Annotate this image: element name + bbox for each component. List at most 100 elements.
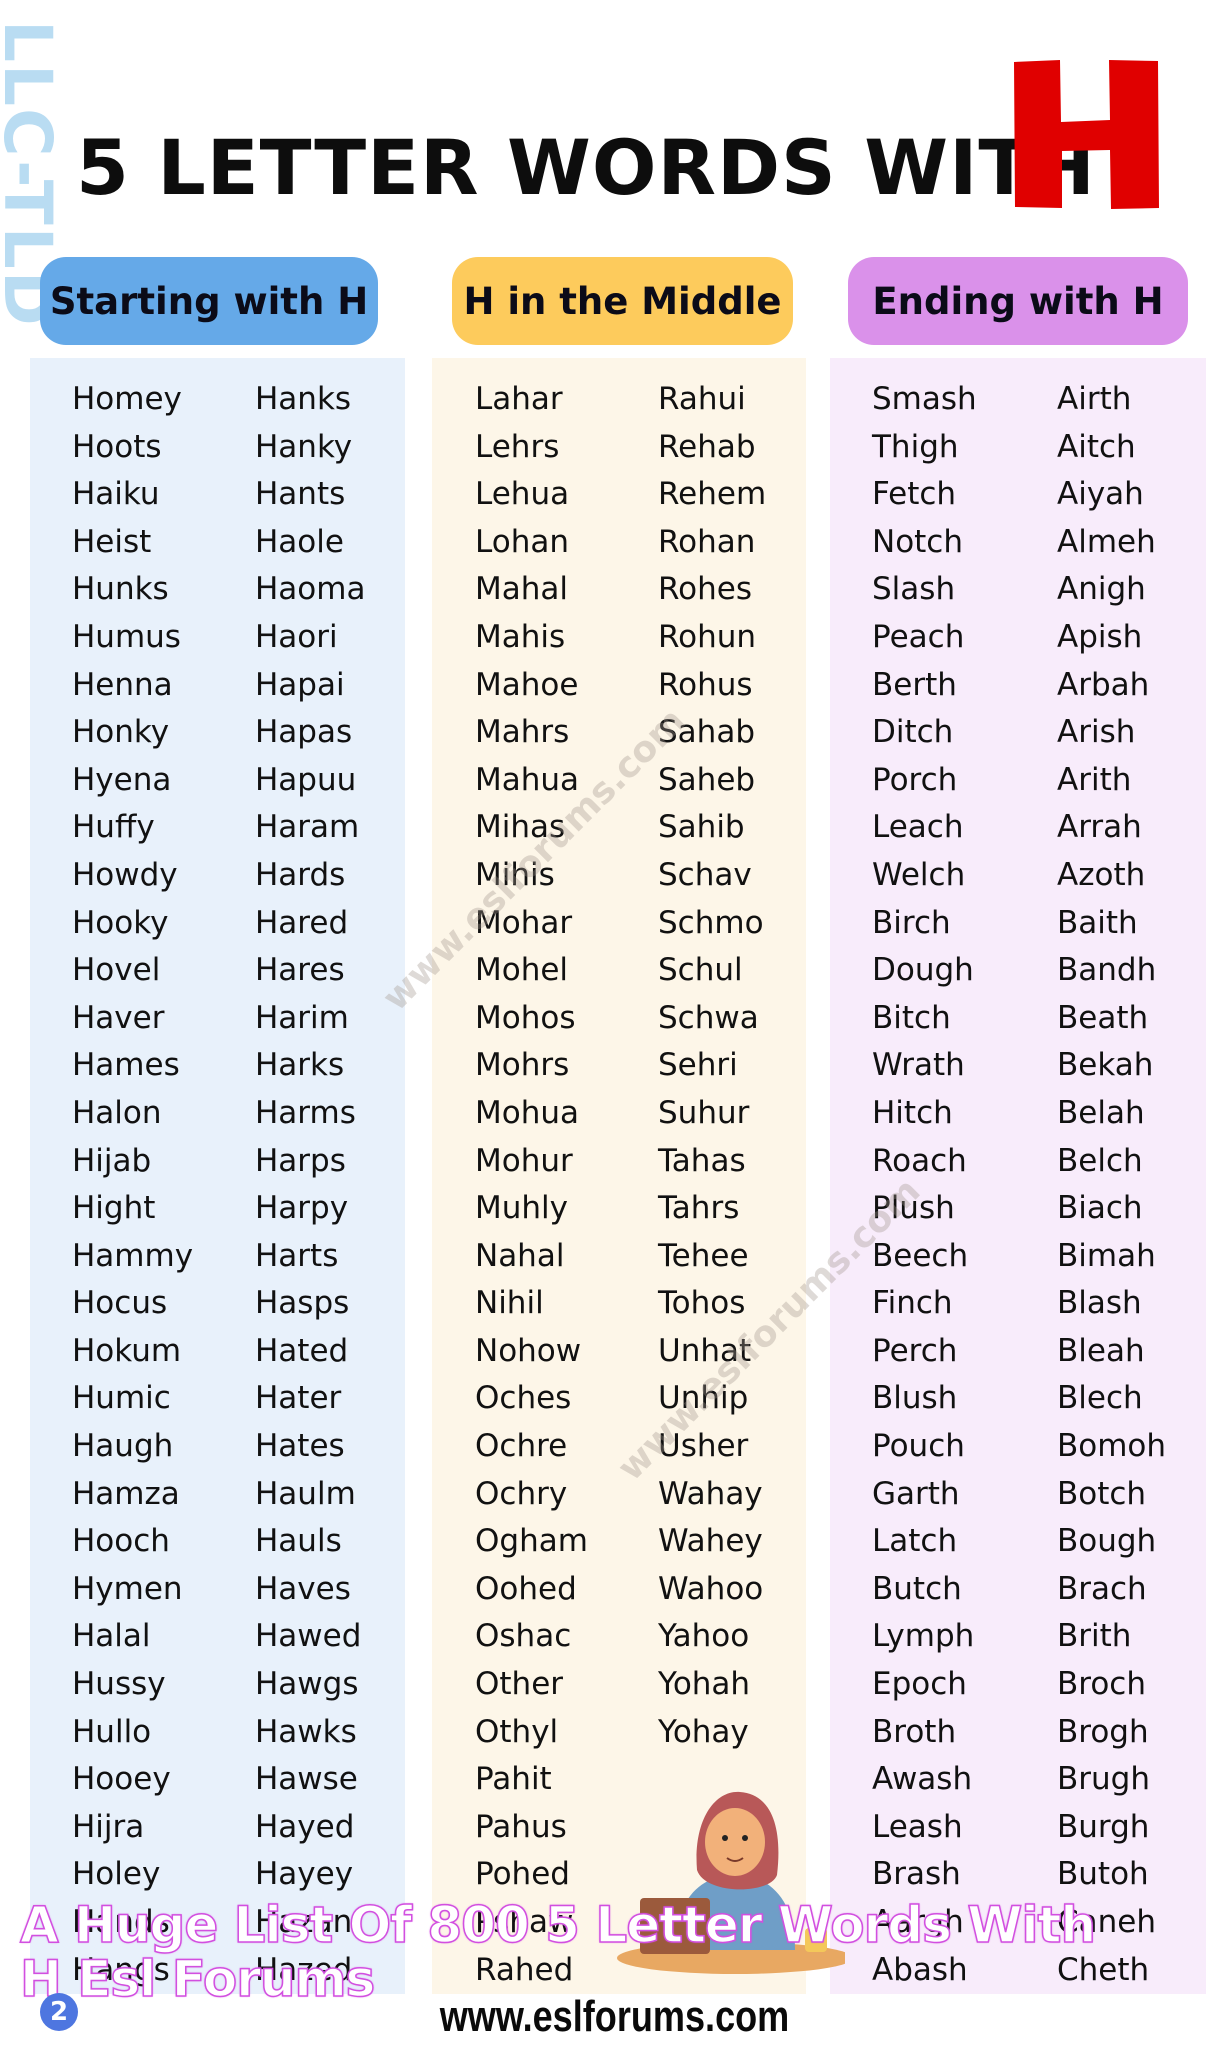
word-item: Yohay bbox=[658, 1713, 749, 1750]
word-item: Nohow bbox=[475, 1332, 582, 1369]
word-item: Baith bbox=[1057, 904, 1138, 941]
word-item: Bimah bbox=[1057, 1237, 1156, 1274]
word-item: Leash bbox=[872, 1808, 963, 1845]
word-item: Haole bbox=[255, 523, 344, 560]
word-item: Arrah bbox=[1057, 809, 1142, 846]
word-item: Apish bbox=[1057, 618, 1143, 655]
word-item: Hooch bbox=[72, 1523, 170, 1560]
word-item: Bomoh bbox=[1057, 1428, 1167, 1465]
word-item: Harks bbox=[255, 1047, 345, 1084]
count-badge[interactable]: 2 bbox=[40, 1993, 78, 2031]
word-item: Humus bbox=[72, 618, 181, 655]
word-item: Hawgs bbox=[255, 1666, 359, 1703]
overlay-caption: A Huge List Of 800 5 Letter Words With H… bbox=[19, 1896, 1097, 2008]
word-item: Muhly bbox=[475, 1190, 568, 1227]
word-item: Hants bbox=[255, 476, 346, 513]
word-item: Mohrs bbox=[475, 1047, 570, 1084]
word-item: Halal bbox=[72, 1618, 151, 1655]
word-item: Smash bbox=[872, 381, 977, 417]
word-item: Hijra bbox=[72, 1808, 145, 1845]
word-item: Mahal bbox=[475, 571, 568, 608]
word-item: Hooey bbox=[72, 1761, 171, 1798]
word-item: Hawse bbox=[255, 1761, 358, 1798]
word-item: Arbah bbox=[1057, 666, 1150, 703]
word-item: Haugh bbox=[72, 1428, 174, 1465]
word-item: Hight bbox=[72, 1190, 156, 1227]
word-item: Harim bbox=[255, 999, 349, 1036]
word-item: Wahay bbox=[658, 1475, 763, 1512]
word-item: Burgh bbox=[1057, 1808, 1150, 1845]
word-item: Haver bbox=[72, 999, 165, 1036]
word-item: Hates bbox=[255, 1428, 345, 1465]
word-item: Birch bbox=[872, 904, 951, 941]
word-item: Mahis bbox=[475, 618, 566, 655]
word-item: Lohan bbox=[475, 523, 569, 560]
word-item: Hated bbox=[255, 1332, 349, 1369]
word-item: Hawks bbox=[255, 1713, 357, 1750]
word-item: Lymph bbox=[872, 1618, 975, 1655]
word-item: Bleah bbox=[1057, 1332, 1145, 1369]
face-shape bbox=[705, 1808, 765, 1876]
word-item: Mohur bbox=[475, 1142, 573, 1179]
word-item: Brogh bbox=[1057, 1713, 1149, 1750]
section-header-starting: Starting with H bbox=[40, 257, 378, 345]
word-item: Hauls bbox=[255, 1523, 342, 1560]
word-item: Bitch bbox=[872, 999, 951, 1036]
word-item: Butoh bbox=[1057, 1856, 1149, 1893]
word-item: Pahus bbox=[475, 1808, 567, 1845]
word-item: Pahit bbox=[475, 1761, 552, 1798]
word-item: Wrath bbox=[872, 1047, 965, 1084]
word-item: Rohes bbox=[658, 571, 752, 608]
word-item: Harms bbox=[255, 1094, 356, 1131]
word-item: Yohah bbox=[658, 1666, 751, 1703]
word-item: Beath bbox=[1057, 999, 1149, 1036]
word-item: Awash bbox=[872, 1761, 973, 1798]
word-item: Hanky bbox=[255, 428, 353, 465]
word-item: Azoth bbox=[1057, 856, 1146, 893]
word-item: Brash bbox=[872, 1856, 961, 1893]
word-item: Mahrs bbox=[475, 714, 570, 751]
word-list-middle-col1: Lahar Lehrs Lehua Lohan Mahal Mahis Mahoe Mahrs… bbox=[475, 376, 588, 1994]
word-item: Nihil bbox=[475, 1285, 544, 1322]
word-item: Anigh bbox=[1057, 571, 1146, 608]
word-item: Finch bbox=[872, 1285, 953, 1322]
word-item: Blush bbox=[872, 1380, 958, 1417]
word-item: Heist bbox=[72, 523, 152, 560]
word-item: Slash bbox=[872, 571, 956, 608]
word-item: Humic bbox=[72, 1380, 171, 1417]
word-item: Brith bbox=[1057, 1618, 1132, 1655]
word-item: Hawed bbox=[255, 1618, 362, 1655]
word-item: Schav bbox=[658, 856, 752, 893]
word-item: Blash bbox=[1057, 1285, 1142, 1322]
word-item: Botch bbox=[1057, 1475, 1147, 1512]
word-item: Hapuu bbox=[255, 761, 357, 798]
word-item: Epoch bbox=[872, 1666, 967, 1703]
word-item: Welch bbox=[872, 856, 966, 893]
word-item: Harpy bbox=[255, 1190, 349, 1227]
word-item: Ochre bbox=[475, 1428, 568, 1465]
footer-website-link[interactable]: www.eslforums.com bbox=[111, 1995, 1119, 2039]
word-item: Haves bbox=[255, 1570, 351, 1607]
section-header-middle: H in the Middle bbox=[452, 257, 793, 345]
word-item: Haram bbox=[255, 809, 360, 846]
word-item: Haori bbox=[255, 618, 338, 655]
section-header-label: Starting with H bbox=[49, 279, 369, 323]
word-item: Aitch bbox=[1057, 428, 1136, 465]
word-item: Perch bbox=[872, 1332, 958, 1369]
word-item: Fetch bbox=[872, 476, 957, 513]
word-item: Belah bbox=[1057, 1094, 1145, 1131]
word-item: Mohos bbox=[475, 999, 576, 1036]
word-item: Notch bbox=[872, 523, 964, 560]
word-item: Hared bbox=[255, 904, 349, 941]
word-item: Other bbox=[475, 1666, 564, 1703]
word-item: Mohua bbox=[475, 1094, 580, 1131]
word-item: Lehrs bbox=[475, 428, 560, 465]
word-item: Belch bbox=[1057, 1142, 1143, 1179]
word-item: Hussy bbox=[72, 1666, 166, 1703]
word-item: Oches bbox=[475, 1380, 572, 1417]
word-item: Latch bbox=[872, 1523, 958, 1560]
word-item: Blech bbox=[1057, 1380, 1143, 1417]
word-item: Rahui bbox=[658, 381, 746, 417]
word-item: Homey bbox=[72, 381, 182, 417]
word-item: Hares bbox=[255, 952, 345, 989]
